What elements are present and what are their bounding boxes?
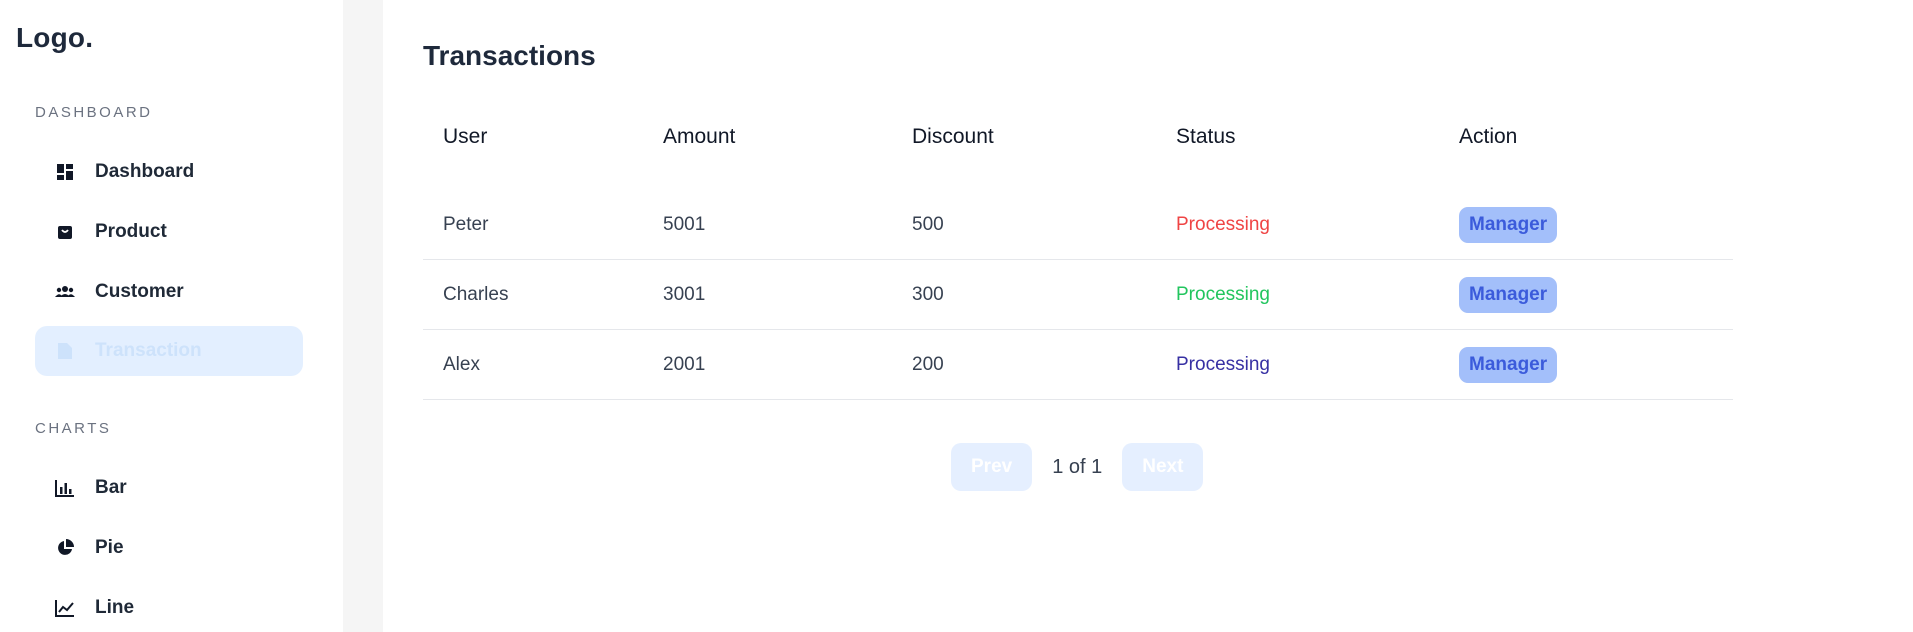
document-icon [55,341,75,361]
cell-discount: 500 [912,213,944,235]
cell-amount: 5001 [663,213,706,235]
sidebar-item-label: Transaction [95,340,202,361]
table-body: Peter 5001 500 Processing Manager Charle… [423,190,1733,400]
manager-button[interactable]: Manager [1459,206,1558,243]
pagination: Prev 1 of 1 Next [951,443,1204,491]
prev-button[interactable]: Prev [951,443,1033,491]
cell-user: Peter [443,213,489,235]
cell-amount: 3001 [663,283,706,305]
column-header-user: User [443,125,488,148]
sidebar-item-transaction[interactable]: Transaction [35,326,303,376]
users-group-icon [55,282,75,302]
table-header: User Amount Discount Status Action [423,112,1733,162]
cell-amount: 2001 [663,353,706,375]
sidebar-item-label: Line [95,597,135,618]
sidebar-item-label: Dashboard [95,161,195,182]
column-header-status: Status [1176,125,1236,148]
manager-button[interactable]: Manager [1459,276,1558,313]
cell-discount: 300 [912,283,944,305]
table-row: Peter 5001 500 Processing Manager [423,190,1733,260]
sidebar-item-label: Customer [95,281,184,302]
bar-chart-icon [55,478,75,498]
status-text: Processing [1176,353,1270,375]
cell-discount: 200 [912,353,944,375]
sidebar: Logo. DASHBOARD Dashboard Product Custom… [0,0,343,632]
shopping-bag-icon [55,222,75,242]
sidebar-item-label: Pie [95,537,124,558]
sidebar-item-label: Bar [95,477,127,498]
transactions-table: User Amount Discount Status Action Peter… [423,112,1733,400]
column-header-amount: Amount [663,125,736,148]
sidebar-item-customer[interactable]: Customer [35,267,303,317]
sidebar-item-dashboard[interactable]: Dashboard [35,147,303,197]
line-chart-icon [55,598,75,618]
page-indicator: 1 of 1 [1052,455,1103,478]
table-row: Alex 2001 200 Processing Manager [423,330,1733,400]
logo[interactable]: Logo. [16,22,93,54]
section-title-dashboard: DASHBOARD [35,104,153,121]
column-header-discount: Discount [912,125,994,148]
manager-button[interactable]: Manager [1459,346,1558,383]
sidebar-divider [343,0,383,632]
page-title: Transactions [423,40,596,71]
column-header-action: Action [1459,125,1518,148]
next-button[interactable]: Next [1122,443,1204,491]
main-content: Transactions User Amount Discount Status… [383,0,1913,632]
status-text: Processing [1176,213,1270,235]
status-text: Processing [1176,283,1270,305]
table-row: Charles 3001 300 Processing Manager [423,260,1733,330]
pie-chart-icon [55,538,75,558]
grid-dashboard-icon [55,162,75,182]
sidebar-item-product[interactable]: Product [35,207,303,257]
sidebar-item-label: Product [95,221,167,242]
section-title-charts: CHARTS [35,420,112,437]
sidebar-item-bar[interactable]: Bar [35,463,303,513]
cell-user: Alex [443,353,480,375]
sidebar-item-line[interactable]: Line [35,583,303,632]
cell-user: Charles [443,283,509,305]
sidebar-item-pie[interactable]: Pie [35,523,303,573]
